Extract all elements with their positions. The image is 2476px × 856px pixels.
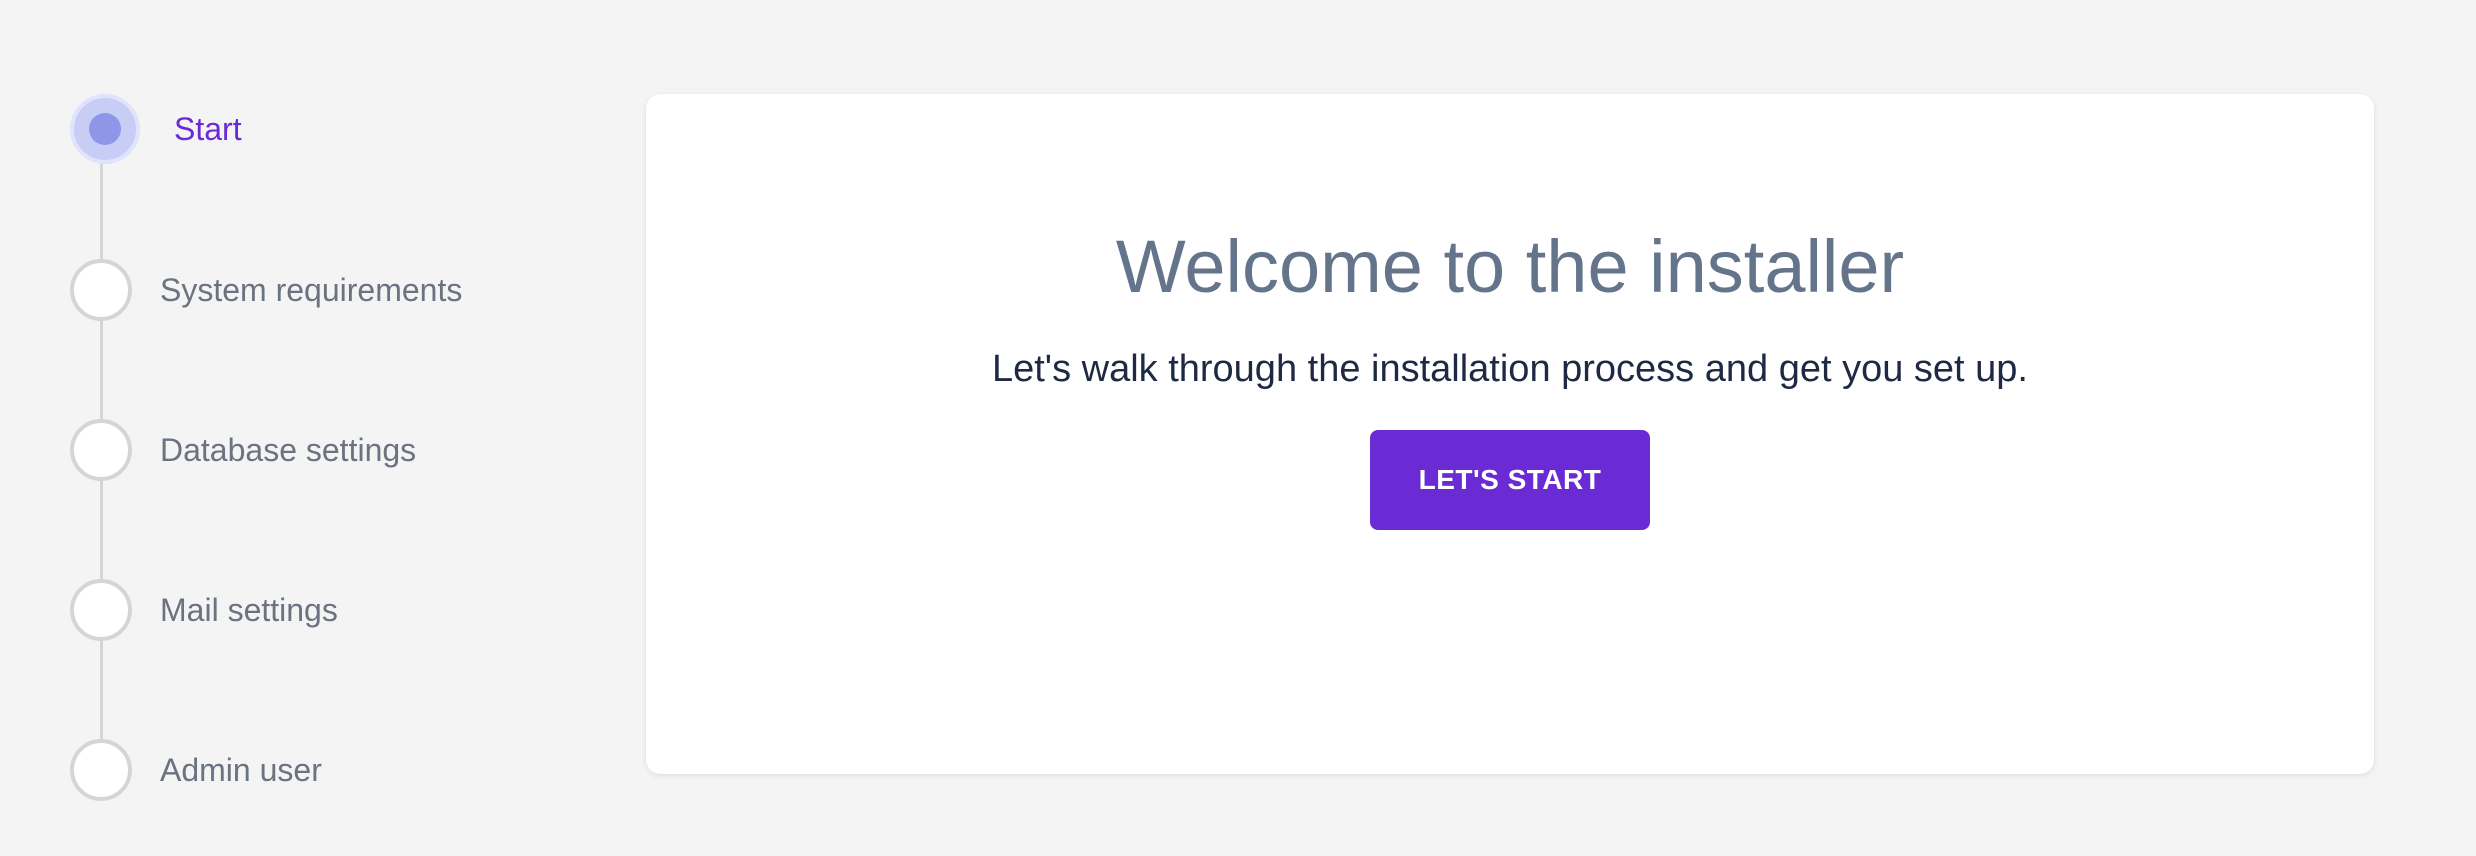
lets-start-button[interactable]: LET'S START <box>1370 430 1650 530</box>
welcome-card: Welcome to the installer Let's walk thro… <box>646 94 2374 774</box>
installer-page: Start System requirements Database setti… <box>0 0 2476 856</box>
step-pending-circle-icon <box>70 579 132 641</box>
step-active-circle-icon <box>70 94 140 164</box>
step-label-system-requirements: System requirements <box>160 271 463 308</box>
step-label-mail-settings: Mail settings <box>160 591 338 628</box>
step-label-database-settings: Database settings <box>160 431 417 468</box>
step-pending-circle-icon <box>70 419 132 481</box>
step-label-start: Start <box>174 110 242 147</box>
step-database-settings[interactable]: Database settings <box>70 415 416 485</box>
step-active-dot-icon <box>89 113 121 145</box>
step-admin-user[interactable]: Admin user <box>70 735 322 805</box>
step-start[interactable]: Start <box>70 94 242 164</box>
welcome-subtitle: Let's walk through the installation proc… <box>991 348 2028 390</box>
step-system-requirements[interactable]: System requirements <box>70 255 462 325</box>
installer-stepper: Start System requirements Database setti… <box>0 0 600 856</box>
step-pending-circle-icon <box>70 739 132 801</box>
page-title: Welcome to the installer <box>1115 225 1905 308</box>
step-label-admin-user: Admin user <box>160 751 322 788</box>
step-mail-settings[interactable]: Mail settings <box>70 575 338 645</box>
step-pending-circle-icon <box>70 259 132 321</box>
